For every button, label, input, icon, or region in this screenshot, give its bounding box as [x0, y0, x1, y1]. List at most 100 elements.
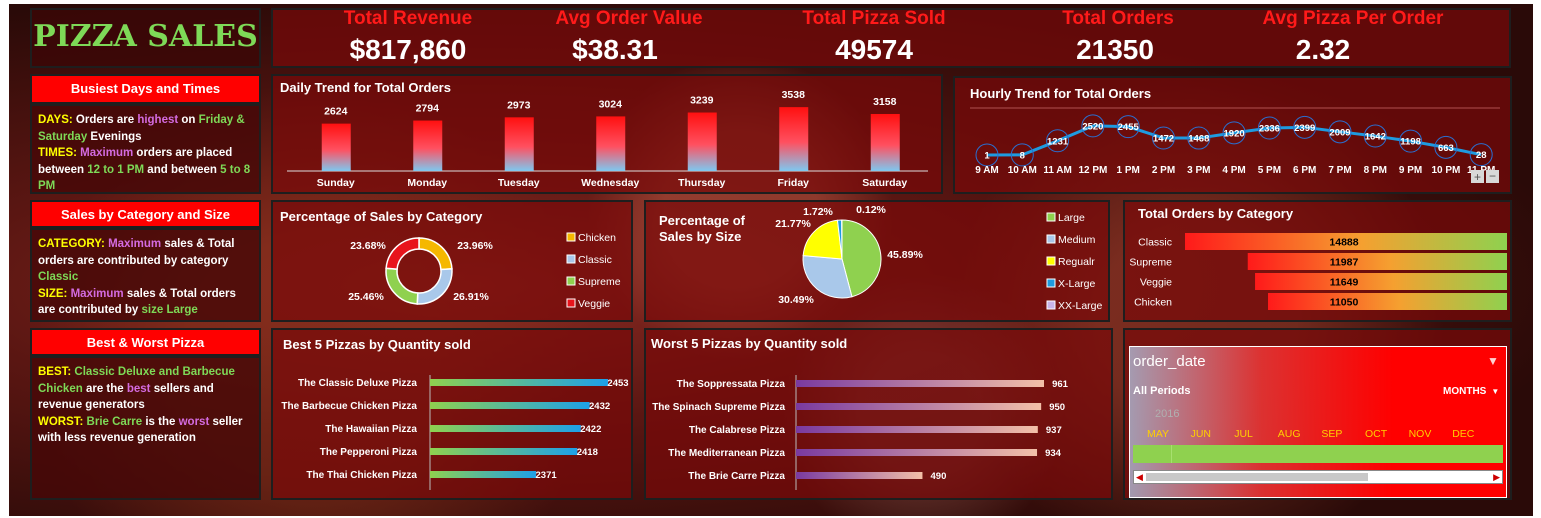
slicer-month-label[interactable]: OCT [1365, 428, 1387, 440]
data-label: 26.91% [453, 291, 489, 303]
data-label: 3538 [782, 89, 806, 101]
slicer-month-label[interactable]: NOV [1409, 428, 1432, 440]
kpi-label-revenue: Total Revenue [343, 8, 473, 29]
timeline-cell[interactable] [1133, 445, 1173, 463]
donut-slice [385, 237, 420, 270]
legend-label: XX-Large [1058, 300, 1103, 312]
timeline-cell[interactable] [1339, 445, 1379, 463]
tick-label: The Mediterranean Pizza [668, 448, 785, 459]
scroll-thumb[interactable] [1146, 473, 1368, 481]
legend-swatch [1046, 256, 1056, 266]
tick-label: Chicken [1134, 297, 1172, 309]
tick-label: The Classic Deluxe Pizza [298, 378, 417, 389]
data-label: 1198 [1400, 137, 1421, 148]
data-label: 1472 [1153, 134, 1174, 145]
legend-label: Large [1058, 212, 1085, 224]
data-label: 2455 [1118, 122, 1140, 133]
data-label: 1.72% [803, 206, 833, 218]
tick-label: The Spinach Supreme Pizza [652, 402, 785, 413]
tick-label: Friday [777, 177, 809, 189]
best-worst-header: Best & Worst Pizza [30, 328, 261, 356]
filter-icon[interactable]: ▼ [1487, 354, 1499, 368]
bar [1247, 253, 1507, 270]
legend-label: Supreme [578, 276, 621, 288]
scroll-right-arrow[interactable]: ▶ [1493, 471, 1500, 483]
data-label: 490 [931, 471, 947, 482]
zoom-in-icon: + [1474, 170, 1481, 184]
slicer-timeline-bar[interactable] [1133, 445, 1503, 463]
bar [430, 379, 608, 386]
timeline-cell[interactable] [1256, 445, 1297, 463]
bar [430, 471, 537, 478]
bar [321, 123, 351, 171]
data-label: 3024 [599, 98, 623, 110]
data-label: 2624 [324, 106, 348, 118]
tick-label: Tuesday [498, 177, 540, 189]
order-date-slicer[interactable]: order_date ▼ All Periods MONTHS ▼ 2016 M… [1123, 328, 1512, 500]
slicer-month-label[interactable]: SEP [1321, 428, 1342, 440]
slicer-month-label[interactable]: DEC [1452, 428, 1474, 440]
busiest-text: DAYS: Orders are highest on Friday & Sat… [30, 104, 261, 194]
tick-label: The Hawaiian Pizza [325, 424, 417, 435]
hourly-trend-panel: Hourly Trend for Total Orders 19 AM 8 10 A… [953, 76, 1512, 194]
legend-label: Classic [578, 254, 612, 266]
bar [504, 117, 534, 171]
data-label: 11050 [1330, 297, 1359, 309]
slicer-year: 2016 [1155, 408, 1180, 420]
tick-label: 3 PM [1187, 165, 1210, 176]
tick-label: Thursday [678, 177, 725, 189]
timeline-cell[interactable] [1215, 445, 1255, 463]
tick-label: 2 PM [1152, 165, 1175, 176]
data-label: 11649 [1330, 277, 1359, 289]
tick-label: Sunday [317, 177, 355, 189]
data-label: 14888 [1329, 237, 1358, 249]
slicer-unit-dropdown[interactable]: MONTHS ▼ [1443, 386, 1499, 397]
bar [870, 113, 900, 171]
bar [413, 120, 443, 171]
worst5-chart: 961 The Soppressata Pizza 950 The Spinach S… [652, 375, 1069, 490]
tick-label: 6 PM [1293, 165, 1316, 176]
timeline-cell[interactable] [1298, 445, 1338, 463]
tick-label: Monday [407, 177, 447, 189]
data-label: 2009 [1329, 127, 1350, 138]
slicer-months-row: MAY JUN JUL AUG SEP OCT NOV DEC [1147, 428, 1503, 442]
kpi-value-revenue: $817,860 [349, 34, 467, 65]
best5-chart: 2453 The Classic Deluxe Pizza 2432 The Barb… [281, 375, 629, 490]
timeline-cell[interactable] [1422, 445, 1462, 463]
bar [796, 449, 1038, 456]
bar [796, 472, 923, 479]
slicer-month-label[interactable]: AUG [1278, 428, 1301, 440]
bar [796, 426, 1038, 433]
timeline-cell[interactable] [1463, 445, 1503, 463]
tick-label: 5 PM [1258, 165, 1281, 176]
worst5-panel: Worst 5 Pizzas by Quantity sold 961 The S… [644, 328, 1113, 500]
bar [779, 107, 809, 171]
tick-label: 9 AM [975, 165, 999, 176]
slicer-month-label[interactable]: JUN [1191, 428, 1211, 440]
dashboard-title: PIZZA SALES [33, 19, 258, 54]
slicer-month-label[interactable]: JUL [1234, 428, 1253, 440]
slicer-scrollbar[interactable]: ◀ ▶ [1133, 470, 1503, 484]
slicer-month-label[interactable]: MAY [1147, 428, 1169, 440]
size-pct-panel: Percentage of Sales by Size 45.89% 30.49%… [644, 200, 1110, 322]
data-label: 934 [1045, 448, 1062, 459]
data-label: 2453 [607, 378, 628, 389]
bar [796, 380, 1044, 387]
data-label: 663 [1438, 143, 1454, 154]
tick-label: 7 PM [1328, 165, 1351, 176]
data-label: 3239 [690, 95, 714, 107]
donut-slice [416, 268, 453, 305]
category-text: CATEGORY: Maximum sales & Total orders a… [30, 228, 261, 322]
slicer-unit-label: MONTHS [1443, 386, 1487, 397]
bar [1268, 293, 1507, 310]
bar [596, 116, 626, 171]
scroll-left-arrow[interactable]: ◀ [1136, 471, 1143, 483]
category-header: Sales by Category and Size [30, 200, 261, 228]
timeline-cell[interactable] [1174, 445, 1214, 463]
data-label: 23.68% [350, 240, 386, 252]
bar [430, 402, 590, 409]
timeline-cell[interactable] [1380, 445, 1421, 463]
tick-label: The Brie Carre Pizza [688, 471, 785, 482]
data-label: 2371 [536, 470, 558, 481]
best5-panel: Best 5 Pizzas by Quantity sold 2453 The C… [271, 328, 633, 500]
